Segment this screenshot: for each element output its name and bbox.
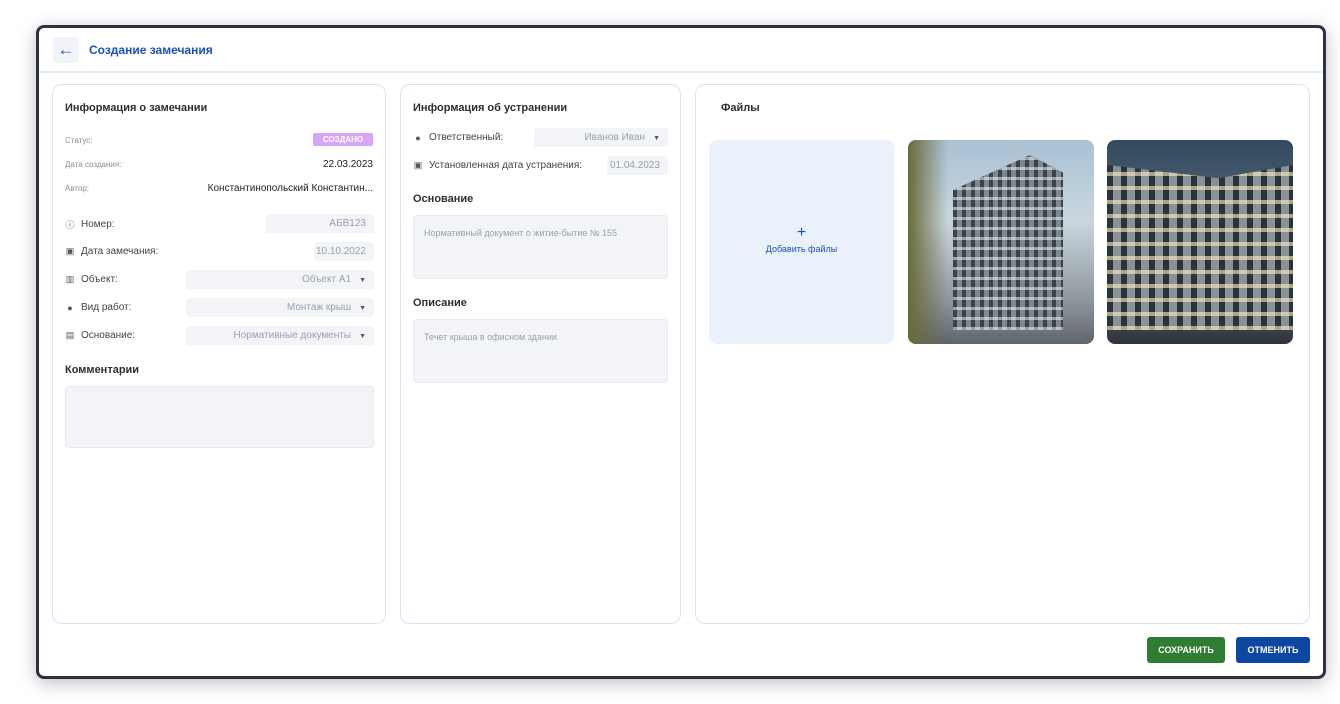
number-input[interactable]: АБВ123 xyxy=(266,214,374,233)
responsible-select[interactable]: Иванов Иван ▼ xyxy=(534,128,668,147)
responsible-label: Ответственный: xyxy=(429,132,504,143)
document-icon: ▤ xyxy=(65,330,75,340)
work-type-select[interactable]: Монтаж крыш ▼ xyxy=(186,298,374,317)
add-files-button[interactable]: + Добавить файлы xyxy=(709,140,894,344)
comments-textarea[interactable] xyxy=(65,386,374,448)
author-value: Константинопольский Константин... xyxy=(207,183,373,194)
remark-info-panel: Информация о замечании Статус: СОЗДАНО Д… xyxy=(52,84,386,624)
calendar-icon: ▣ xyxy=(413,160,423,170)
date-input[interactable]: 10.10.2022 xyxy=(314,242,374,261)
description-title: Описание xyxy=(413,297,467,309)
header: ← Создание замечания xyxy=(39,28,1323,73)
work-label: Вид работ: xyxy=(81,302,132,313)
panel-title: Информация об устранении xyxy=(413,102,568,114)
due-date-input[interactable]: 01.04.2023 xyxy=(607,156,668,175)
cancel-button[interactable]: ОТМЕНИТЬ xyxy=(1236,637,1310,663)
caret-down-icon: ▼ xyxy=(359,333,366,340)
panel-title: Информация о замечании xyxy=(65,102,208,114)
created-value: 22.03.2023 xyxy=(322,159,373,170)
status-badge: СОЗДАНО xyxy=(313,133,373,146)
plus-icon: + xyxy=(796,224,807,241)
status-label: Статус: xyxy=(65,136,93,145)
arrow-left-icon: ← xyxy=(57,40,75,59)
basis-title: Основание xyxy=(413,193,474,205)
files-title: Файлы xyxy=(721,102,760,114)
person-icon: ● xyxy=(67,302,73,313)
created-label: Дата создания: xyxy=(65,160,122,169)
calendar-icon: ▣ xyxy=(65,246,75,256)
object-select[interactable]: Объект А1 ▼ xyxy=(186,270,374,289)
person-icon: ● xyxy=(415,132,421,143)
fix-info-panel: Информация об устранении ● Ответственный:… xyxy=(400,84,681,624)
basis-textarea[interactable]: Нормативный документ о житие-бытие № 155 xyxy=(413,215,668,279)
due-date-label: Установленная дата устранения: xyxy=(429,160,583,171)
date-label: Дата замечания: xyxy=(81,246,159,257)
caret-down-icon: ▼ xyxy=(359,277,366,284)
basis-label: Основание: xyxy=(81,330,136,341)
window: ← Создание замечания Информация о замеча… xyxy=(36,25,1326,679)
number-label: Номер: xyxy=(81,219,115,230)
page-title: Создание замечания xyxy=(89,43,213,57)
files-panel: Файлы + Добавить файлы xyxy=(695,84,1310,624)
description-textarea[interactable]: Течет крыша в офисном здании xyxy=(413,319,668,383)
back-button[interactable]: ← xyxy=(53,37,79,63)
object-label: Объект: xyxy=(81,274,118,285)
author-label: Автор: xyxy=(65,184,90,193)
building-icon: ▥ xyxy=(65,274,75,284)
caret-down-icon: ▼ xyxy=(653,135,660,142)
save-button[interactable]: СОХРАНИТЬ xyxy=(1147,637,1225,663)
alert-circle-icon: ⓘ xyxy=(65,220,75,230)
building-photo[interactable] xyxy=(1107,140,1293,344)
comments-title: Комментарии xyxy=(65,364,140,376)
building-photo[interactable] xyxy=(908,140,1094,344)
caret-down-icon: ▼ xyxy=(359,305,366,312)
add-files-label: Добавить файлы xyxy=(765,244,838,254)
basis-select[interactable]: Нормативные документы ▼ xyxy=(186,326,374,345)
